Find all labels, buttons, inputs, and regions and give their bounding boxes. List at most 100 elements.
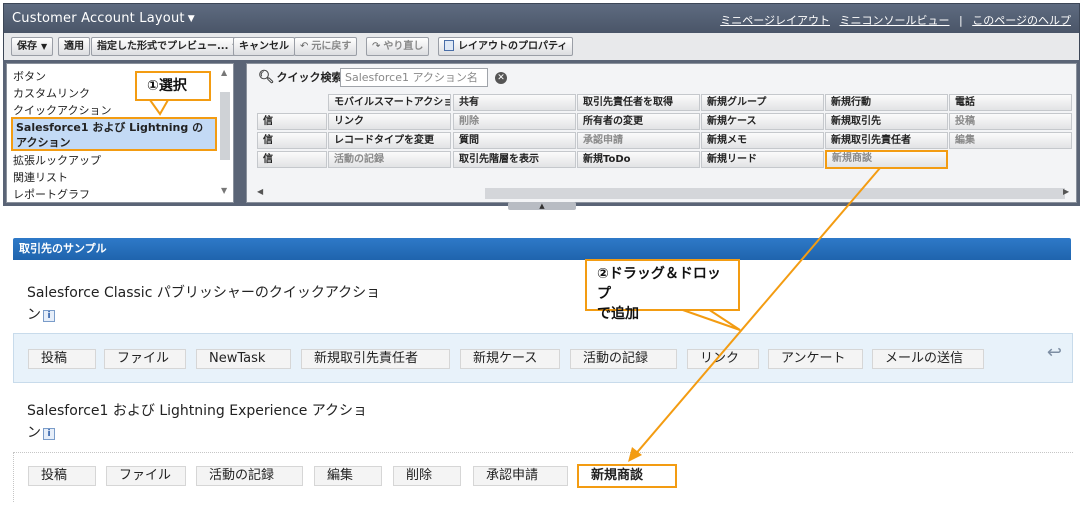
redo-icon: ↷ (372, 41, 381, 52)
classic-action-new-contact[interactable]: 新規取引先責任者 (301, 349, 450, 369)
preview-as-button[interactable]: 指定した形式でプレビュー...▼ (91, 37, 245, 56)
chevron-down-icon[interactable]: ▼ (188, 14, 195, 24)
palette-item-call[interactable]: 電話 (949, 94, 1072, 111)
properties-icon (444, 40, 454, 51)
apply-button[interactable]: 適用 (58, 37, 90, 56)
classic-action-post[interactable]: 投稿 (28, 349, 96, 369)
palette-item-new-event[interactable]: 新規行動 (825, 94, 948, 111)
lightning-action-log-a-call[interactable]: 活動の記録 (196, 466, 303, 486)
cancel-button[interactable]: キャンセル (233, 37, 295, 56)
lightning-action-post[interactable]: 投稿 (28, 466, 96, 486)
palette-item-change-owner[interactable]: 所有者の変更 (577, 113, 700, 130)
lightning-actions-title-text: Salesforce1 および Lightning Experience アクシ… (27, 403, 368, 419)
palette-item-new-group[interactable]: 新規グループ (701, 94, 824, 111)
callout-step1: ①選択 (135, 71, 211, 101)
classic-action-send-email[interactable]: メールの送信 (872, 349, 984, 369)
palette-item-view-hierarchy[interactable]: 取引先階層を表示 (453, 151, 576, 168)
clear-search-icon[interactable]: ✕ (495, 72, 507, 84)
palette-item-log-a-call[interactable]: 活動の記録 (328, 151, 451, 168)
layout-title[interactable]: Customer Account Layout ▼ (12, 11, 195, 26)
category-buttons[interactable]: ボタン (13, 68, 46, 84)
category-expanded-lookups[interactable]: 拡張ルックアップ (13, 152, 101, 168)
category-report-charts[interactable]: レポートグラフ (13, 186, 90, 202)
category-quick-actions[interactable]: クイックアクション (13, 102, 111, 118)
palette-item-new-lead[interactable]: 新規リード (701, 151, 824, 168)
mini-console-view-link[interactable]: ミニコンソールビュー (840, 14, 950, 27)
category-custom-links[interactable]: カスタムリンク (13, 85, 90, 101)
mini-page-layout-link[interactable]: ミニページレイアウト (720, 14, 830, 27)
callout-step2-line1: ②ドラッグ＆ドロップ (597, 266, 721, 302)
palette-item-new-note[interactable]: 新規メモ (701, 132, 824, 149)
classic-action-file[interactable]: ファイル (104, 349, 186, 369)
layout-properties-button[interactable]: レイアウトのプロパティ (438, 37, 574, 56)
palette-item-new-opportunity[interactable]: 新規商談 (825, 150, 948, 169)
undo-button[interactable]: ↶ 元に戻す (294, 37, 358, 56)
layout-title-text: Customer Account Layout (12, 11, 185, 26)
lightning-action-new-opportunity[interactable]: 新規商談 (577, 464, 677, 488)
palette-item-new-task[interactable]: 新規ToDo (577, 151, 700, 168)
palette-item-new-case[interactable]: 新規ケース (701, 113, 824, 130)
callout-step2-line2: で追加 (597, 306, 639, 322)
scroll-up-arrow-icon[interactable]: ▲ (221, 68, 227, 77)
palette-collapse-handle[interactable]: ▲ (508, 202, 576, 210)
redo-button[interactable]: ↷ やり直し (366, 37, 430, 56)
palette-item-new-account[interactable]: 新規取引先 (825, 113, 948, 130)
save-button[interactable]: 保存 ▼ (11, 37, 54, 56)
classic-action-log-a-call[interactable]: 活動の記録 (570, 349, 677, 369)
quick-search-text: クイック検索 (276, 71, 343, 84)
info-icon[interactable]: i (43, 428, 55, 440)
lightning-action-submit-approval[interactable]: 承認申請 (473, 466, 568, 486)
palette-item-submit-approval[interactable]: 承認申請 (577, 132, 700, 149)
chevron-down-icon[interactable]: ▼ (41, 42, 47, 51)
quick-search-input[interactable]: Salesforce1 アクション名 (340, 68, 488, 87)
lightning-actions-title-tail: ンi (27, 422, 55, 442)
classic-publisher-title-text: Salesforce Classic パブリッシャーのクイックアクショ (27, 285, 381, 301)
classic-action-link[interactable]: リンク (687, 349, 759, 369)
category-scrollbar[interactable]: ▲ ▼ (219, 68, 231, 198)
palette-item-question[interactable]: 質問 (453, 132, 576, 149)
lightning-action-edit[interactable]: 編集 (314, 466, 382, 486)
palette-item-mobile-smart-actions[interactable]: モバイルスマートアクション (328, 94, 451, 111)
scrollbar-thumb[interactable] (220, 92, 230, 160)
callout-step2: ②ドラッグ＆ドロップ で追加 (585, 259, 740, 322)
classic-publisher-title-tail: ンi (27, 304, 55, 324)
palette-item-delete[interactable]: 削除 (453, 113, 576, 130)
palette-item-change-record-type[interactable]: レコードタイプを変更 (328, 132, 451, 149)
preview-as-label: 指定した形式でプレビュー... (97, 41, 229, 52)
palette-item-partial[interactable]: 信 (257, 113, 327, 130)
palette-item-partial[interactable]: 信 (257, 132, 327, 149)
classic-action-new-case[interactable]: 新規ケース (460, 349, 560, 369)
palette-item-get-contacts[interactable]: 取引先責任者を取得 (577, 94, 700, 111)
lightning-title-tail-text: ン (27, 425, 41, 441)
scrollbar-thumb[interactable] (485, 188, 1065, 199)
revert-icon[interactable]: ↩ (1047, 342, 1062, 363)
scroll-right-arrow-icon[interactable]: ▶ (1063, 187, 1069, 196)
scroll-left-arrow-icon[interactable]: ◀ (257, 187, 263, 196)
help-link[interactable]: このページのヘルプ (972, 14, 1071, 27)
classic-action-survey[interactable]: アンケート (768, 349, 863, 369)
palette-item-new-contact[interactable]: 新規取引先責任者 (825, 132, 948, 149)
lightning-actions-row: 投稿 ファイル 活動の記録 編集 削除 承認申請 新規商談 (13, 452, 1073, 502)
palette-items-area: 🔍︎ クイック検索 Salesforce1 アクション名 ✕ モバイルスマートアク… (246, 63, 1077, 203)
palette-item-link[interactable]: リンク (328, 113, 451, 130)
palette-item-partial[interactable]: 信 (257, 151, 327, 168)
classic-title-tail-text: ン (27, 307, 41, 323)
lightning-action-delete[interactable]: 削除 (393, 466, 461, 486)
search-icon: 🔍︎ (258, 70, 275, 85)
classic-actions-row: 投稿 ファイル NewTask 新規取引先責任者 新規ケース 活動の記録 リンク… (13, 333, 1073, 383)
category-related-lists[interactable]: 関連リスト (13, 169, 68, 185)
info-icon[interactable]: i (43, 310, 55, 322)
palette-item-post[interactable]: 投稿 (949, 113, 1072, 130)
layout-header: Customer Account Layout ▼ ミニページレイアウト ミニコン… (3, 3, 1080, 33)
classic-action-newtask[interactable]: NewTask (196, 349, 291, 369)
scroll-down-arrow-icon[interactable]: ▼ (221, 186, 227, 195)
category-sf1-lightning-actions[interactable]: Salesforce1 および Lightning のアクション (11, 117, 217, 151)
palette-horizontal-scrollbar[interactable]: ◀ ▶ (257, 186, 1072, 201)
palette-item-share[interactable]: 共有 (453, 94, 576, 111)
lightning-action-file[interactable]: ファイル (106, 466, 186, 486)
layout-toolbar: 保存 ▼ 適用 指定した形式でプレビュー...▼ キャンセル ↶元に戻す ↷やり直… (3, 33, 1080, 60)
palette-item-edit[interactable]: 編集 (949, 132, 1072, 149)
lightning-actions-title: Salesforce1 および Lightning Experience アクシ… (27, 400, 368, 441)
undo-label: 元に戻す (311, 41, 352, 52)
save-button-label: 保存 (17, 41, 37, 52)
